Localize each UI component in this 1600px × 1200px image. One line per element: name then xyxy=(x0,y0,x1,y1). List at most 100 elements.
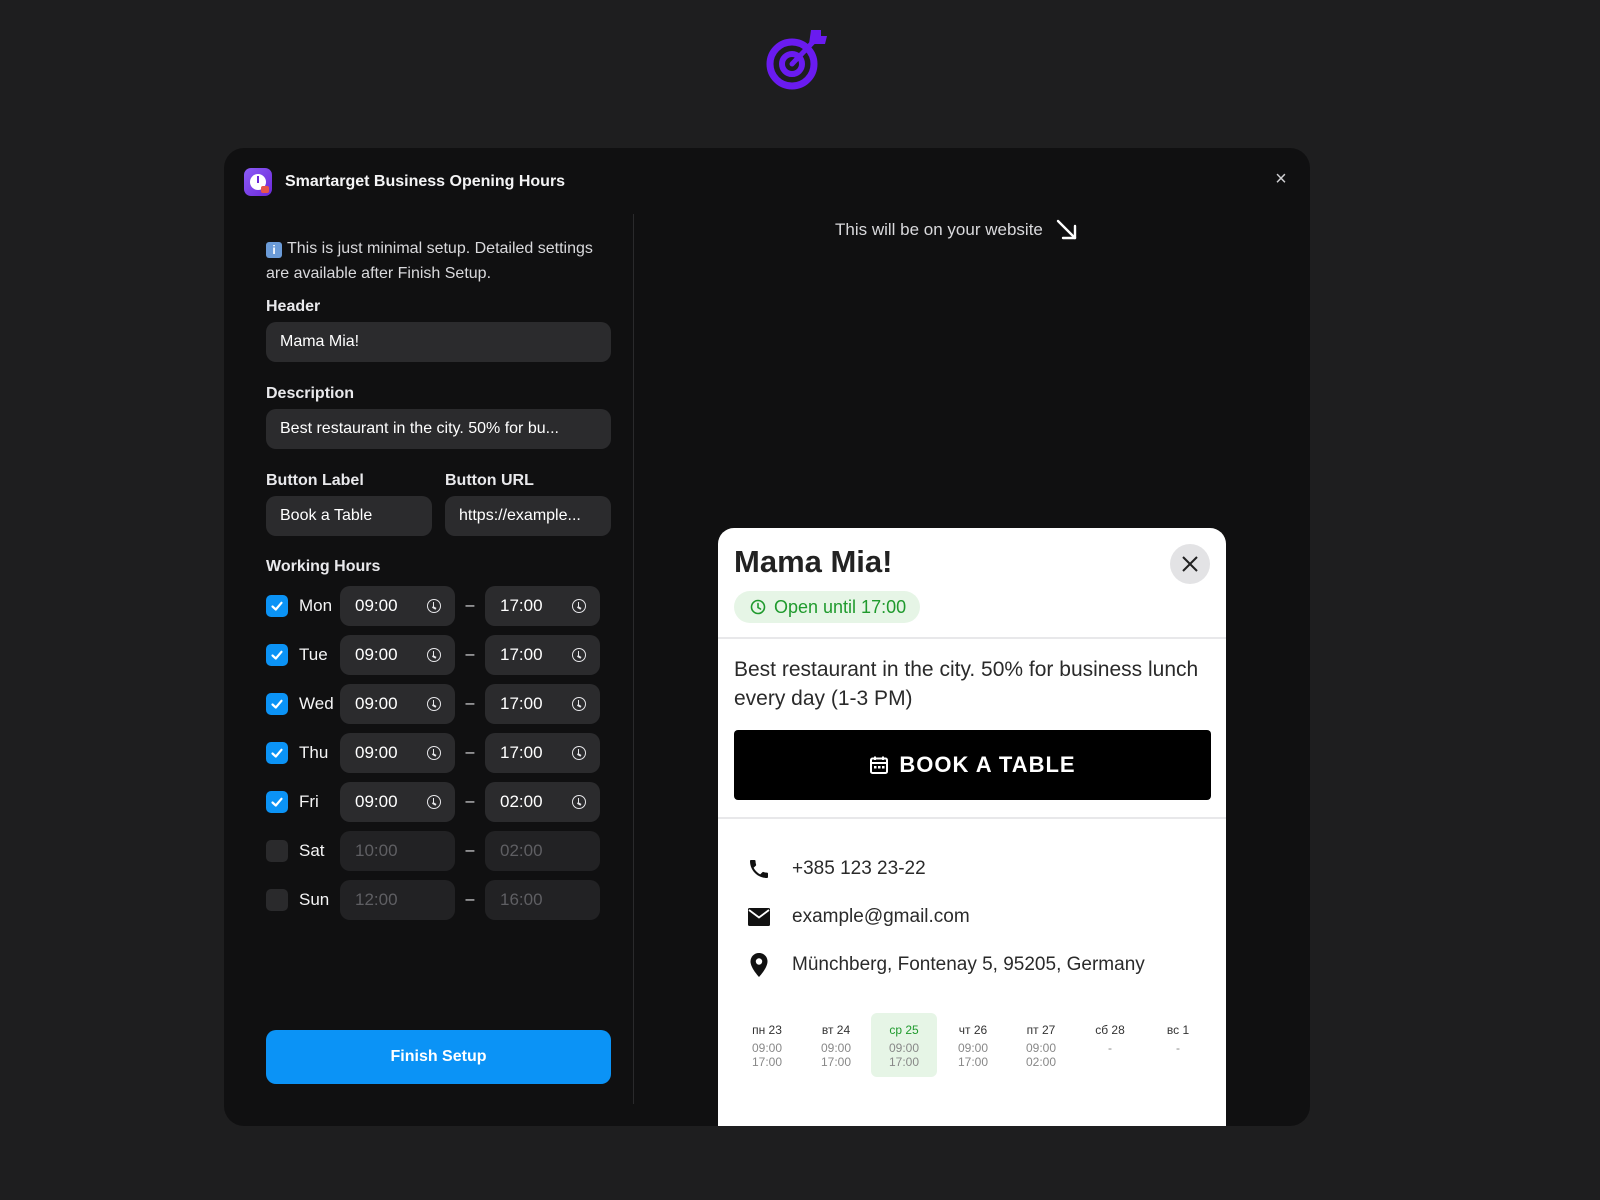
week-day-close: 17:00 xyxy=(888,1055,920,1069)
day-label: Wed xyxy=(299,694,334,713)
close-time-input[interactable]: 16:00 xyxy=(485,880,600,920)
finish-setup-button[interactable]: Finish Setup xyxy=(266,1030,611,1084)
setup-form: i This is just minimal setup. Detailed se… xyxy=(266,236,611,920)
book-a-table-button[interactable]: BOOK A TABLE xyxy=(734,730,1211,800)
close-time-input[interactable]: 17:00 xyxy=(485,733,600,773)
time-separator: – xyxy=(465,793,475,810)
app-clock-icon xyxy=(244,168,272,196)
day-label: Tue xyxy=(299,645,328,664)
info-text: This is just minimal setup. Detailed set… xyxy=(266,240,593,282)
day-checkbox[interactable] xyxy=(266,889,288,911)
working-hours-row: Sat 10:00 – 02:00 xyxy=(266,831,611,871)
week-day-open: - xyxy=(1108,1041,1112,1055)
clock-icon xyxy=(572,599,586,613)
week-day-open: 09:00 xyxy=(820,1041,852,1055)
working-hours-row: Thu 09:00 – 17:00 xyxy=(266,733,611,773)
phone-text: +385 123 23-22 xyxy=(792,858,926,879)
close-time-input[interactable]: 02:00 xyxy=(485,782,600,822)
close-time-input[interactable]: 17:00 xyxy=(485,684,600,724)
modal-close-button[interactable]: × xyxy=(1270,168,1292,190)
week-day-cell: вт 24 09:00 17:00 xyxy=(803,1013,869,1077)
clock-icon xyxy=(750,599,766,615)
week-day-name: чт 26 xyxy=(958,1023,988,1037)
panel-divider xyxy=(633,214,634,1104)
week-day-open: 09:00 xyxy=(751,1041,783,1055)
time-separator: – xyxy=(465,744,475,761)
preview-hint: This will be on your website xyxy=(835,218,1079,242)
open-time-value: 09:00 xyxy=(355,694,398,713)
clock-icon xyxy=(572,795,586,809)
close-time-value: 02:00 xyxy=(500,841,543,860)
open-time-input[interactable]: 09:00 xyxy=(340,586,455,626)
location-pin-icon xyxy=(750,953,768,977)
close-time-value: 02:00 xyxy=(500,792,543,811)
close-time-value: 17:00 xyxy=(500,596,543,615)
open-time-input[interactable]: 09:00 xyxy=(340,733,455,773)
week-day-cell: чт 26 09:00 17:00 xyxy=(940,1013,1006,1077)
week-day-name: пт 27 xyxy=(1026,1023,1056,1037)
day-label: Thu xyxy=(299,743,329,762)
working-hours-row: Mon 09:00 – 17:00 xyxy=(266,586,611,626)
clock-icon xyxy=(427,599,441,613)
button-url-input[interactable]: https://example... xyxy=(445,496,611,536)
week-day-cell: пн 23 09:00 17:00 xyxy=(734,1013,800,1077)
opening-hours-widget-preview: Mama Mia! Open until 17:00 Best restaura… xyxy=(718,528,1226,1126)
day-label: Mon xyxy=(299,596,333,615)
email-text: example@gmail.com xyxy=(792,906,970,927)
phone-icon xyxy=(750,860,768,878)
day-label: Fri xyxy=(299,792,319,811)
open-time-input[interactable]: 09:00 xyxy=(340,684,455,724)
time-separator: – xyxy=(465,891,475,908)
close-time-value: 16:00 xyxy=(500,890,543,909)
day-checkbox[interactable] xyxy=(266,693,288,715)
open-time-input[interactable]: 09:00 xyxy=(340,782,455,822)
card-divider xyxy=(718,817,1226,819)
time-separator: – xyxy=(465,842,475,859)
open-status-badge: Open until 17:00 xyxy=(734,591,921,623)
contact-phone[interactable]: +385 123 23-22 xyxy=(746,854,926,884)
setup-modal: Smartarget Business Opening Hours × i Thi… xyxy=(224,148,1310,1126)
clock-icon xyxy=(572,697,586,711)
open-time-value: 09:00 xyxy=(355,743,398,762)
card-title: Mama Mia! xyxy=(734,544,893,579)
open-time-input[interactable]: 09:00 xyxy=(340,635,455,675)
close-time-input[interactable]: 17:00 xyxy=(485,586,600,626)
clock-icon xyxy=(572,648,586,662)
open-time-input[interactable]: 10:00 xyxy=(340,831,455,871)
contact-address[interactable]: Münchberg, Fontenay 5, 95205, Germany xyxy=(746,950,1145,980)
day-checkbox[interactable] xyxy=(266,840,288,862)
preview-hint-text: This will be on your website xyxy=(835,220,1043,239)
description-input[interactable]: Best restaurant in the city. 50% for bu.… xyxy=(266,409,611,449)
open-time-input[interactable]: 12:00 xyxy=(340,880,455,920)
header-input[interactable]: Mama Mia! xyxy=(266,322,611,362)
info-note: i This is just minimal setup. Detailed se… xyxy=(266,236,611,286)
day-checkbox[interactable] xyxy=(266,595,288,617)
week-day-cell: сб 28 - xyxy=(1077,1013,1143,1077)
close-time-input[interactable]: 17:00 xyxy=(485,635,600,675)
week-day-cell: вс 1 - xyxy=(1145,1013,1211,1077)
clock-icon xyxy=(427,697,441,711)
working-hours-row: Fri 09:00 – 02:00 xyxy=(266,782,611,822)
day-checkbox[interactable] xyxy=(266,742,288,764)
card-close-button[interactable] xyxy=(1170,544,1210,584)
day-checkbox[interactable] xyxy=(266,644,288,666)
week-day-close: 17:00 xyxy=(820,1055,852,1069)
modal-header: Smartarget Business Opening Hours xyxy=(244,168,565,196)
button-label-label: Button Label xyxy=(266,472,364,489)
email-icon xyxy=(748,908,770,926)
day-label: Sat xyxy=(299,841,325,860)
open-status-text: Open until 17:00 xyxy=(774,596,907,617)
calendar-icon xyxy=(870,756,889,774)
contact-email[interactable]: example@gmail.com xyxy=(746,902,970,932)
week-day-name: вс 1 xyxy=(1166,1023,1190,1037)
week-day-cell: ср 25 09:00 17:00 xyxy=(871,1013,937,1077)
arrow-down-right-icon xyxy=(1056,219,1077,240)
header-label: Header xyxy=(266,298,321,315)
week-day-close: 02:00 xyxy=(1025,1055,1057,1069)
week-day-name: пн 23 xyxy=(752,1023,782,1037)
button-label-input[interactable]: Book a Table xyxy=(266,496,432,536)
open-time-value: 10:00 xyxy=(355,841,398,860)
day-checkbox[interactable] xyxy=(266,791,288,813)
week-day-cell: пт 27 09:00 02:00 xyxy=(1008,1013,1074,1077)
close-time-input[interactable]: 02:00 xyxy=(485,831,600,871)
